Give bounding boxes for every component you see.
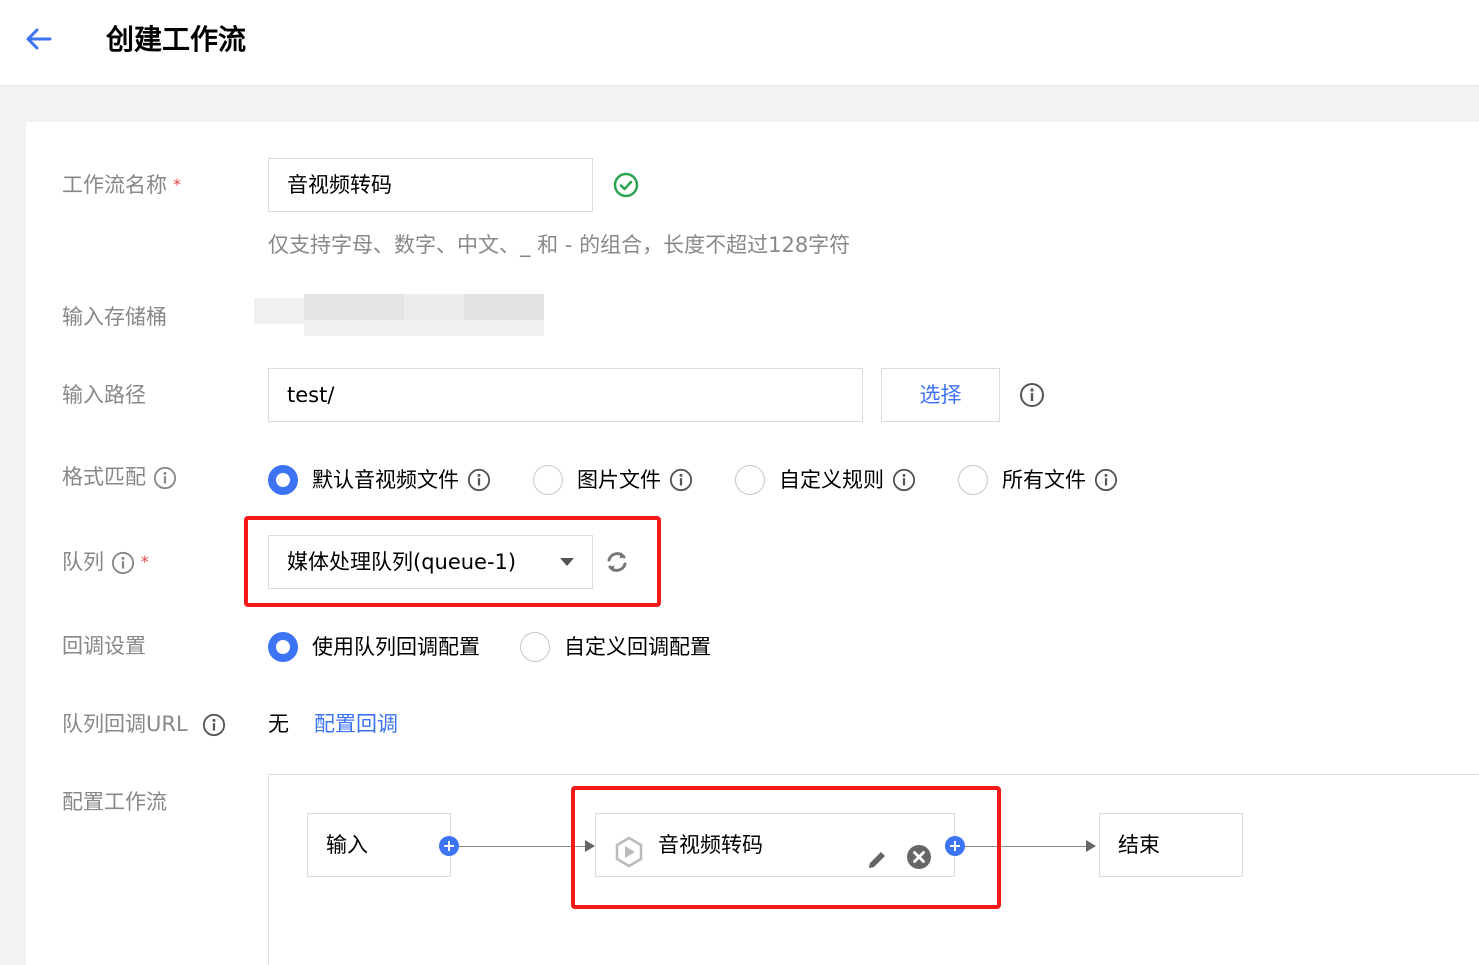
workflow-name-hint: 仅支持字母、数字、中文、_ 和 - 的组合，长度不超过128字符: [268, 233, 851, 257]
radio-label: 所有文件: [1002, 468, 1086, 492]
info-icon[interactable]: [202, 713, 226, 737]
add-node-plus-icon[interactable]: [439, 836, 459, 856]
check-circle-icon: [613, 172, 639, 202]
workflow-config-label: 配置工作流: [62, 790, 167, 814]
required-mark: *: [140, 552, 149, 571]
node-label: 结束: [1118, 833, 1160, 857]
radio-use-queue-callback[interactable]: 使用队列回调配置: [268, 632, 480, 662]
info-icon[interactable]: [111, 551, 135, 575]
page-title: 创建工作流: [106, 23, 247, 56]
format-match-label: 格式匹配: [62, 462, 177, 492]
queue-label: 队列 *: [62, 550, 149, 575]
radio-button[interactable]: [735, 465, 765, 495]
configure-callback-link[interactable]: 配置回调: [314, 709, 398, 739]
workflow-node-input[interactable]: 输入: [307, 813, 451, 877]
info-icon[interactable]: [153, 466, 177, 490]
callback-settings-label: 回调设置: [62, 634, 146, 658]
form-card: 工作流名称 * 音视频转码 仅支持字母、数字、中文、_ 和 - 的组合，长度不超过…: [26, 122, 1479, 965]
node-label: 输入: [326, 833, 368, 857]
radio-image-files[interactable]: 图片文件: [533, 465, 693, 495]
info-icon[interactable]: [467, 468, 491, 492]
radio-custom-rule[interactable]: 自定义规则: [735, 465, 916, 495]
radio-label: 自定义回调配置: [564, 635, 711, 659]
workflow-node-end[interactable]: 结束: [1099, 813, 1243, 877]
radio-button-selected[interactable]: [268, 465, 298, 495]
workflow-name-label: 工作流名称 *: [62, 173, 181, 197]
info-icon[interactable]: [1019, 382, 1044, 407]
radio-button[interactable]: [533, 465, 563, 495]
info-icon[interactable]: [1094, 468, 1118, 492]
required-mark: *: [173, 175, 181, 194]
radio-label: 自定义规则: [779, 468, 884, 492]
radio-default-av[interactable]: 默认音视频文件: [268, 465, 491, 495]
back-arrow-icon[interactable]: [22, 22, 56, 56]
radio-label: 图片文件: [577, 468, 661, 492]
input-bucket-label: 输入存储桶: [62, 305, 167, 329]
radio-button[interactable]: [958, 465, 988, 495]
radio-custom-callback[interactable]: 自定义回调配置: [520, 632, 711, 662]
queue-callback-url-value: 无: [268, 712, 289, 736]
highlight-box-transcode: [571, 786, 1001, 909]
radio-button-selected[interactable]: [268, 632, 298, 662]
arrow-head-icon: [1086, 840, 1096, 852]
queue-callback-url-label: 队列回调URL: [62, 709, 226, 739]
info-icon[interactable]: [669, 468, 693, 492]
workflow-canvas: 输入 音视频转码 结束: [268, 774, 1479, 965]
radio-label: 使用队列回调配置: [312, 635, 480, 659]
radio-button[interactable]: [520, 632, 550, 662]
radio-all-files[interactable]: 所有文件: [958, 465, 1118, 495]
highlight-box-queue: [244, 516, 661, 607]
workflow-name-input[interactable]: 音视频转码: [268, 158, 593, 212]
format-match-radio-group: 默认音视频文件 图片文件 自定义规则 所有文件: [268, 465, 1118, 495]
info-icon[interactable]: [892, 468, 916, 492]
radio-label: 默认音视频文件: [312, 468, 459, 492]
select-path-button[interactable]: 选择: [881, 368, 1000, 422]
header-bar: 创建工作流: [0, 0, 1479, 86]
callback-radio-group: 使用队列回调配置 自定义回调配置: [268, 632, 711, 662]
edge-line: [459, 846, 589, 847]
input-bucket-value-redacted: [254, 294, 544, 338]
input-path-label: 输入路径: [62, 383, 146, 407]
input-path-field[interactable]: test/: [268, 368, 863, 422]
